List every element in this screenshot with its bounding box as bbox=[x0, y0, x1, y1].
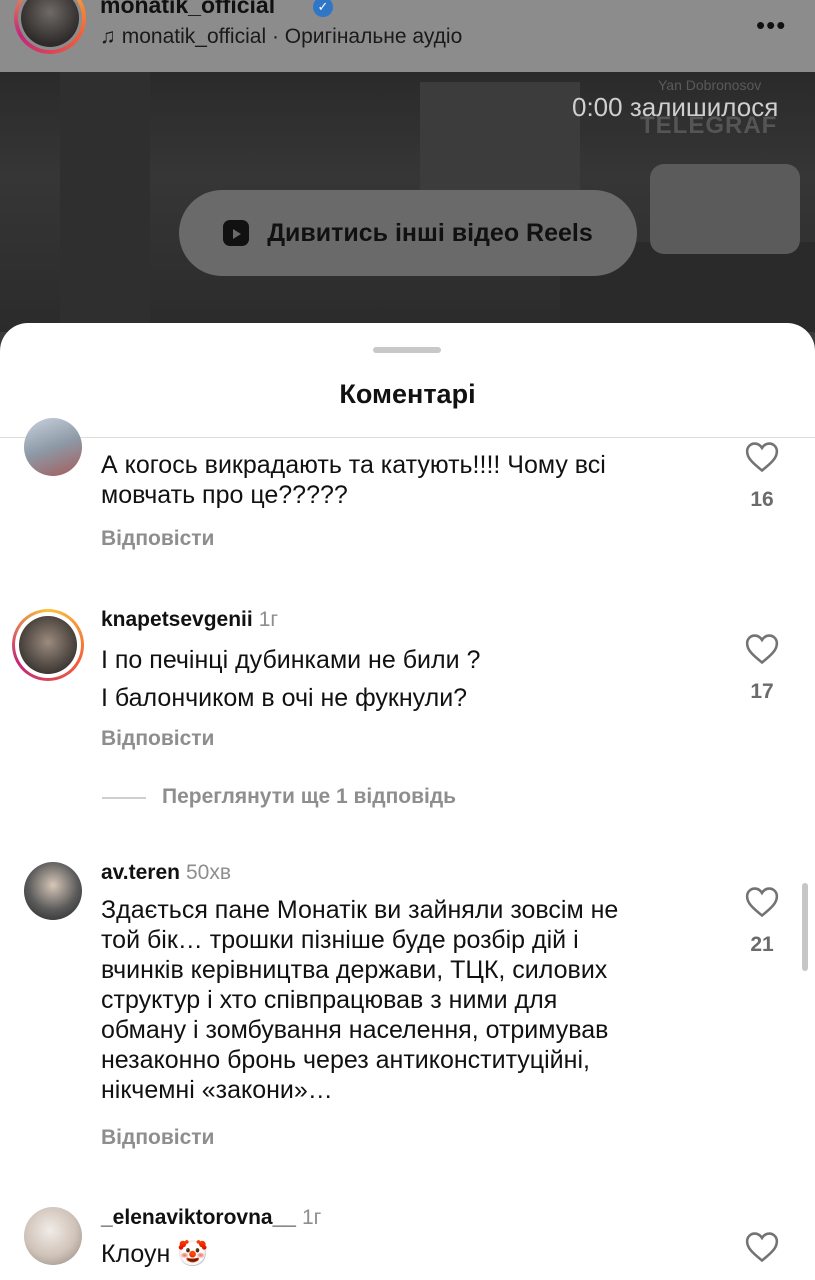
sheet-drag-handle[interactable] bbox=[373, 347, 441, 353]
like-heart-icon[interactable] bbox=[745, 886, 779, 918]
comment-username[interactable]: knapetsevgenii 1г bbox=[101, 608, 278, 632]
commenter-avatar[interactable] bbox=[12, 609, 84, 681]
commenter-avatar[interactable] bbox=[24, 1207, 82, 1265]
reel-header: monatik_official ✓ ♫ monatik_official · О… bbox=[0, 0, 815, 72]
time-remaining: 0:00 залишилося bbox=[572, 92, 779, 122]
comment-text: Клоун 🤡 bbox=[101, 1240, 209, 1268]
comment-time: 1г bbox=[301, 1206, 322, 1229]
reply-button[interactable]: Відповісти bbox=[101, 727, 214, 751]
reply-button[interactable]: Відповісти bbox=[101, 527, 214, 551]
commenter-avatar[interactable] bbox=[24, 418, 82, 476]
comment-text: І по печінці дубинками не били ? І балон… bbox=[101, 646, 481, 712]
comments-sheet: Коментарі А когось викрадають та катують… bbox=[0, 323, 815, 1280]
scrollbar[interactable] bbox=[802, 883, 808, 971]
music-note-icon: ♫ bbox=[100, 25, 116, 48]
comment-text: Здається пане Монатік ви зайняли зовсім … bbox=[101, 896, 619, 1104]
like-heart-icon[interactable] bbox=[745, 441, 779, 473]
video-player[interactable]: Yan Dobronosov TELEGRAF 0:00 залишилося … bbox=[0, 72, 815, 332]
view-replies-button[interactable]: Переглянути ще 1 відповідь bbox=[162, 785, 456, 809]
comment-username[interactable]: av.teren 50хв bbox=[101, 861, 231, 885]
video-credit: Yan Dobronosov bbox=[658, 77, 762, 93]
comment-time: 50хв bbox=[186, 861, 232, 884]
author-username[interactable]: monatik_official bbox=[100, 0, 275, 19]
like-heart-icon[interactable] bbox=[745, 633, 779, 665]
verified-badge-icon: ✓ bbox=[313, 0, 333, 17]
comment-username[interactable]: _elenaviktorovna__ 1г bbox=[101, 1206, 321, 1230]
audio-label: monatik_official · Оригінальне аудіо bbox=[121, 25, 463, 48]
like-count: 21 bbox=[750, 933, 774, 956]
replies-line bbox=[102, 797, 146, 799]
reels-icon bbox=[223, 220, 250, 246]
reply-button[interactable]: Відповісти bbox=[101, 1126, 214, 1150]
like-count: 16 bbox=[750, 488, 774, 511]
reels-button-label: Дивитись інші відео Reels bbox=[267, 218, 593, 247]
author-avatar[interactable] bbox=[14, 0, 86, 54]
audio-link[interactable]: ♫ monatik_official · Оригінальне аудіо bbox=[100, 25, 462, 49]
like-heart-icon[interactable] bbox=[745, 1231, 779, 1263]
comment-time: 1г bbox=[258, 608, 279, 631]
watch-more-reels-button[interactable]: Дивитись інші відео Reels bbox=[179, 190, 637, 276]
like-count: 17 bbox=[750, 680, 774, 703]
divider bbox=[0, 437, 815, 438]
more-options-icon[interactable]: ••• bbox=[756, 10, 786, 41]
sheet-title: Коментарі bbox=[339, 379, 476, 409]
commenter-avatar[interactable] bbox=[24, 862, 82, 920]
comment-text: А когось викрадають та катують!!!! Чому … bbox=[101, 451, 606, 509]
